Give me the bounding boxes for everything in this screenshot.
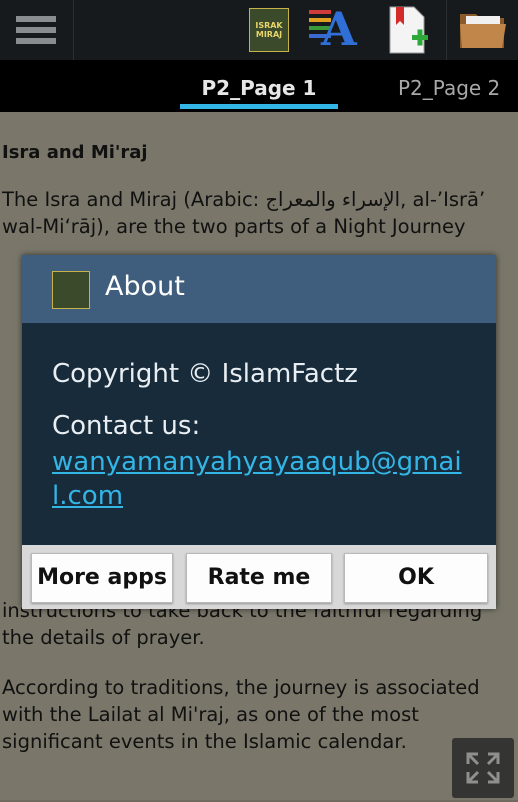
hamburger-icon <box>16 11 56 49</box>
font-icon-letter: A <box>321 2 357 56</box>
font-size-button[interactable]: A <box>304 0 364 60</box>
dialog-button-bar: More apps Rate me OK <box>22 545 496 609</box>
article-line: the details of prayer. <box>2 626 205 649</box>
copyright-text: Copyright © IslamFactz <box>52 359 358 389</box>
article-line: wal-Mi‘rāj), are the two parts of a Nigh… <box>2 215 466 238</box>
add-bookmark-button[interactable] <box>378 0 438 60</box>
contact-email-link[interactable]: wanyamanyahyayaaqub@gmail.com <box>52 445 472 513</box>
dialog-app-icon <box>52 271 90 309</box>
dialog-body: Copyright © IslamFactz Contact us: wanya… <box>22 323 496 545</box>
article-line: According to traditions, the journey is … <box>2 676 480 699</box>
folder-button[interactable] <box>452 0 514 60</box>
article-line: with the Lailat al Mi'raj, as one of the… <box>2 703 419 726</box>
about-dialog: About Copyright © IslamFactz Contact us:… <box>22 255 496 609</box>
article-line: significant events in the Islamic calend… <box>2 730 407 753</box>
contact-label: Contact us: <box>52 411 201 441</box>
menu-button[interactable] <box>0 0 72 60</box>
divider <box>73 0 74 60</box>
divider <box>446 0 447 60</box>
dialog-header: About <box>22 255 496 323</box>
rate-me-button[interactable]: Rate me <box>186 553 332 603</box>
tab-page-2[interactable]: P2_Page 2 <box>398 60 518 112</box>
article-line: The Isra and Miraj (Arabic: الإسراء والم… <box>2 188 486 211</box>
app-logo-icon: ISRAK MIRAJ <box>249 8 289 52</box>
tab-indicator <box>180 104 338 109</box>
action-bar: ISRAK MIRAJ A <box>0 0 518 60</box>
ok-button[interactable]: OK <box>344 553 488 603</box>
dialog-title: About <box>105 271 185 302</box>
font-size-icon: A <box>309 2 359 56</box>
article-title: Isra and Mi'raj <box>2 142 148 163</box>
app-logo-button[interactable]: ISRAK MIRAJ <box>240 0 298 60</box>
fullscreen-button[interactable] <box>452 738 514 798</box>
app-logo-text: ISRAK MIRAJ <box>255 21 283 39</box>
more-apps-button[interactable]: More apps <box>31 553 173 603</box>
fullscreen-icon <box>466 752 500 784</box>
folder-icon <box>460 14 506 48</box>
add-bookmark-icon <box>389 6 428 54</box>
